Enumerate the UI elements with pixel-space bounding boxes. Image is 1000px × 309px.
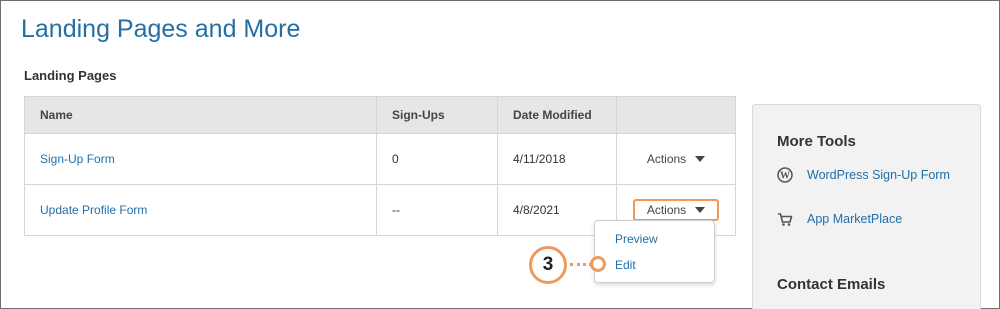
name-cell: Sign-Up Form [25, 134, 376, 184]
table-header-row: Name Sign-Ups Date Modified [25, 97, 735, 133]
actions-dropdown-button-active[interactable]: Actions [632, 199, 720, 221]
name-cell: Update Profile Form [25, 185, 376, 235]
menu-item-edit[interactable]: Edit [615, 258, 636, 272]
actions-label: Actions [646, 203, 687, 217]
contact-emails-title: Contact Emails [777, 276, 886, 293]
landing-page-link[interactable]: Sign-Up Form [40, 152, 115, 166]
callout-target-ring [590, 256, 606, 272]
cart-icon [777, 211, 793, 227]
column-header-date-modified: Date Modified [497, 97, 616, 133]
more-tools-title: More Tools [777, 133, 856, 150]
page-title: Landing Pages and More [21, 15, 301, 43]
date-modified-cell: 4/11/2018 [497, 134, 616, 184]
sidebar-link-wordpress[interactable]: W WordPress Sign-Up Form [777, 167, 950, 183]
actions-dropdown-menu: Preview Edit [594, 220, 715, 283]
signups-cell: 0 [376, 134, 497, 184]
sidebar-link-label[interactable]: App MarketPlace [807, 212, 902, 226]
table-row: Sign-Up Form 0 4/11/2018 Actions [25, 133, 735, 184]
caret-down-icon [695, 207, 706, 213]
sidebar-link-label[interactable]: WordPress Sign-Up Form [807, 168, 950, 182]
section-title-landing-pages: Landing Pages [24, 68, 117, 83]
sidebar-panel: More Tools W WordPress Sign-Up Form App … [752, 104, 981, 309]
caret-down-icon [695, 156, 706, 162]
sidebar-link-app-marketplace[interactable]: App MarketPlace [777, 211, 902, 227]
landing-pages-table: Name Sign-Ups Date Modified Sign-Up Form… [24, 96, 736, 236]
column-header-signups: Sign-Ups [376, 97, 497, 133]
step-callout-badge: 3 [529, 246, 567, 284]
actions-cell: Actions [616, 134, 735, 184]
svg-text:W: W [780, 171, 790, 182]
landing-page-link[interactable]: Update Profile Form [40, 203, 147, 217]
actions-label: Actions [646, 152, 687, 166]
signups-cell: -- [376, 185, 497, 235]
menu-item-preview[interactable]: Preview [615, 232, 658, 246]
callout-connector [570, 263, 592, 266]
column-header-name: Name [40, 108, 73, 122]
actions-dropdown-button[interactable]: Actions [639, 148, 713, 170]
column-header-actions [616, 97, 735, 133]
wordpress-icon: W [777, 167, 793, 183]
